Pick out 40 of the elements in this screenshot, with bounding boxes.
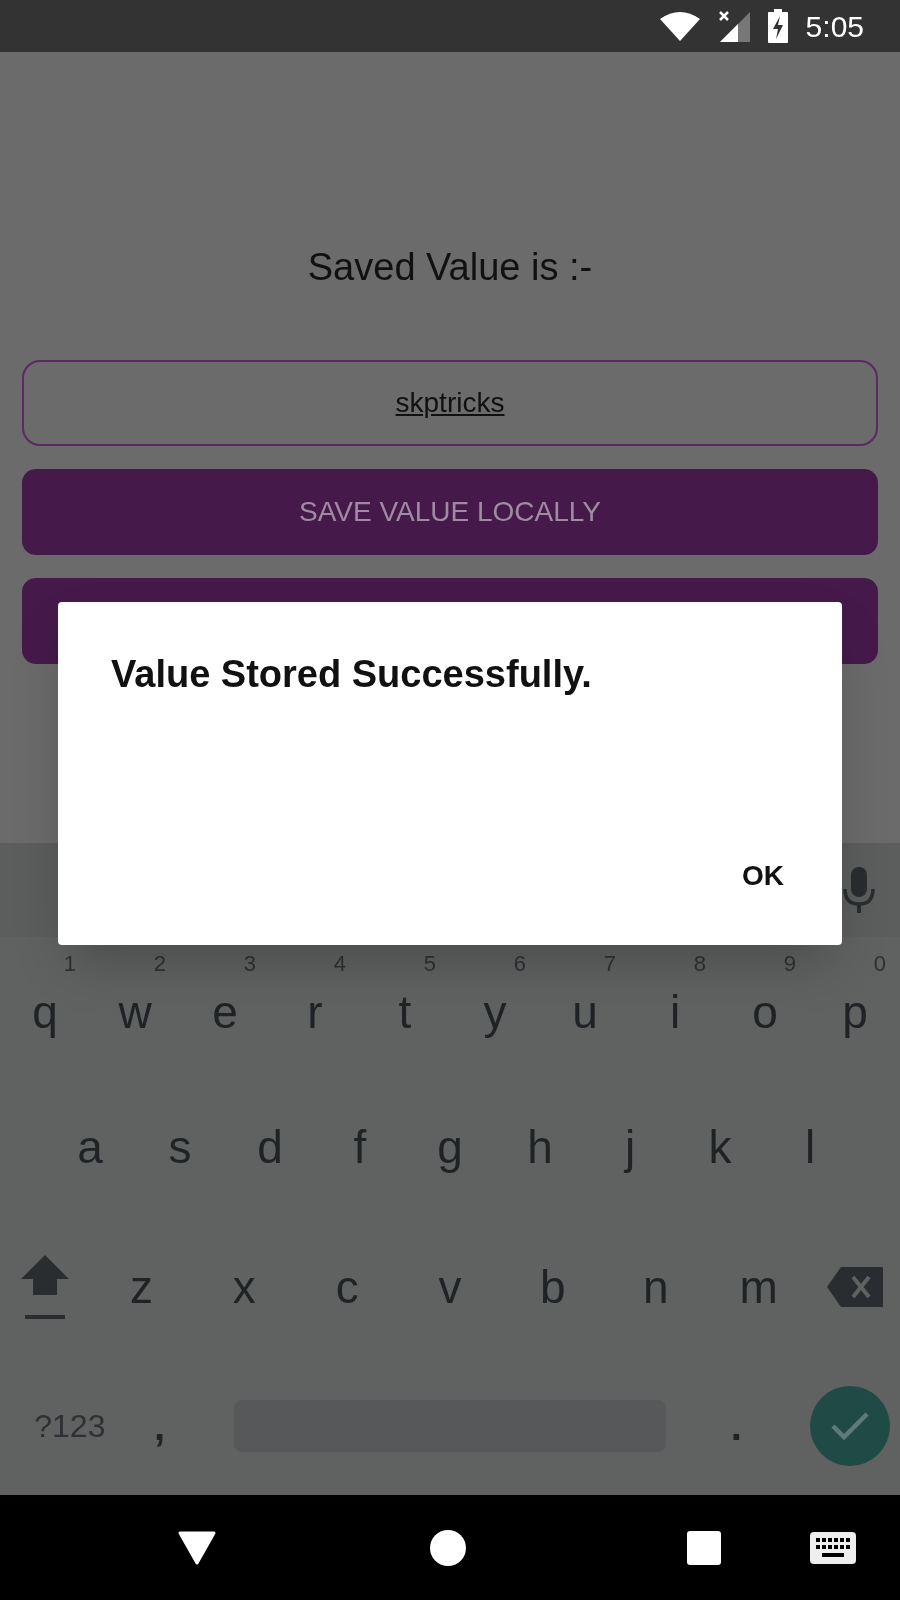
saved-value-label: Saved Value is :- (307, 245, 593, 290)
keyboard-key[interactable]: k (700, 1124, 740, 1170)
keyboard-key[interactable]: r (299, 989, 331, 1035)
keyboard-key[interactable]: c (327, 1264, 367, 1310)
wifi-icon (659, 11, 700, 41)
backspace-icon[interactable] (827, 1267, 883, 1307)
home-icon[interactable] (430, 1529, 466, 1566)
status-time: 5:05 (805, 8, 864, 45)
battery-icon (767, 9, 788, 43)
keyboard-key[interactable]: u (564, 989, 606, 1035)
text-input-field[interactable]: skptricks (22, 360, 878, 446)
signal-icon (717, 10, 750, 42)
dialog-message: Value Stored Successfully. (111, 652, 593, 697)
keyboard-key[interactable]: o (744, 989, 786, 1035)
keyboard-key[interactable]: n (634, 1264, 677, 1310)
recents-icon[interactable] (687, 1530, 721, 1565)
keyboard-key[interactable]: d (249, 1124, 291, 1170)
dialog-button[interactable]: OK (730, 847, 796, 905)
action-button[interactable]: SAVE VALUE LOCALLY (22, 469, 878, 555)
back-icon[interactable] (178, 1530, 216, 1565)
comma-key[interactable]: , (129, 1396, 190, 1456)
keyboard-key[interactable]: x (224, 1264, 264, 1310)
keyboard-key[interactable]: z (121, 1264, 161, 1310)
microphone-icon[interactable] (842, 867, 876, 913)
keyboard-key[interactable]: h (519, 1124, 561, 1170)
keyboard-key[interactable]: a (69, 1124, 111, 1170)
keyboard-icon[interactable] (810, 1531, 856, 1564)
period-key[interactable]: . (706, 1396, 767, 1456)
check-icon (830, 1411, 871, 1441)
keyboard-key[interactable]: w (110, 989, 160, 1035)
keyboard-key[interactable]: i (661, 989, 689, 1035)
keyboard-key[interactable]: v (430, 1264, 470, 1310)
keyboard-key[interactable]: l (796, 1124, 824, 1170)
keyboard-key[interactable]: f (345, 1124, 375, 1170)
keyboard-key[interactable]: e (204, 989, 246, 1035)
keyboard-key[interactable]: m (731, 1264, 786, 1310)
keyboard-key[interactable]: b (532, 1264, 574, 1310)
keyboard-key[interactable]: s (160, 1124, 200, 1170)
shift-icon[interactable] (19, 1253, 71, 1321)
keyboard-key[interactable]: t (390, 989, 420, 1035)
